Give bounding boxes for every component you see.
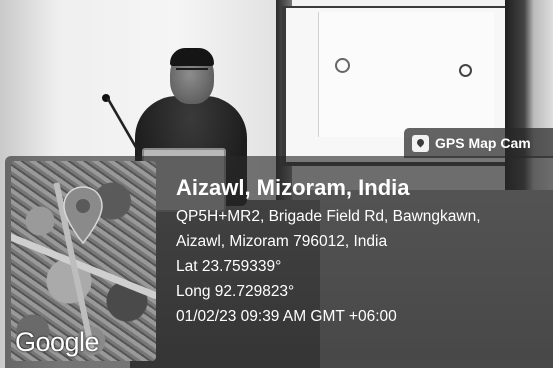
glasses	[176, 68, 208, 76]
location-title: Aizawl, Mizoram, India	[176, 175, 410, 200]
location-info: Aizawl, Mizoram, India QP5H+MR2, Brigade…	[176, 172, 553, 329]
projected-screen	[318, 12, 494, 137]
address-line-1: QP5H+MR2, Brigade Field Rd, Bawngkawn,	[176, 208, 481, 225]
board-mark	[335, 58, 350, 73]
gps-map-cam-badge: GPS Map Cam	[404, 128, 553, 158]
longitude: Long 92.729823°	[176, 283, 295, 300]
address-line-2: Aizawl, Mizoram 796012, India	[176, 233, 388, 250]
badge-label: GPS Map Cam	[435, 135, 531, 151]
presenter-hair	[170, 48, 214, 66]
map-thumbnail: Google	[11, 161, 156, 361]
latitude: Lat 23.759339°	[176, 258, 282, 275]
timestamp: 01/02/23 09:39 AM GMT +06:00	[176, 308, 397, 325]
photo-scene: GPS Map Cam Google Aizawl, Mizoram, Indi…	[0, 0, 553, 368]
gps-pin-icon	[412, 134, 429, 152]
google-logo: Google	[15, 327, 100, 357]
board-mark	[459, 64, 472, 77]
location-pin-icon	[63, 186, 103, 245]
